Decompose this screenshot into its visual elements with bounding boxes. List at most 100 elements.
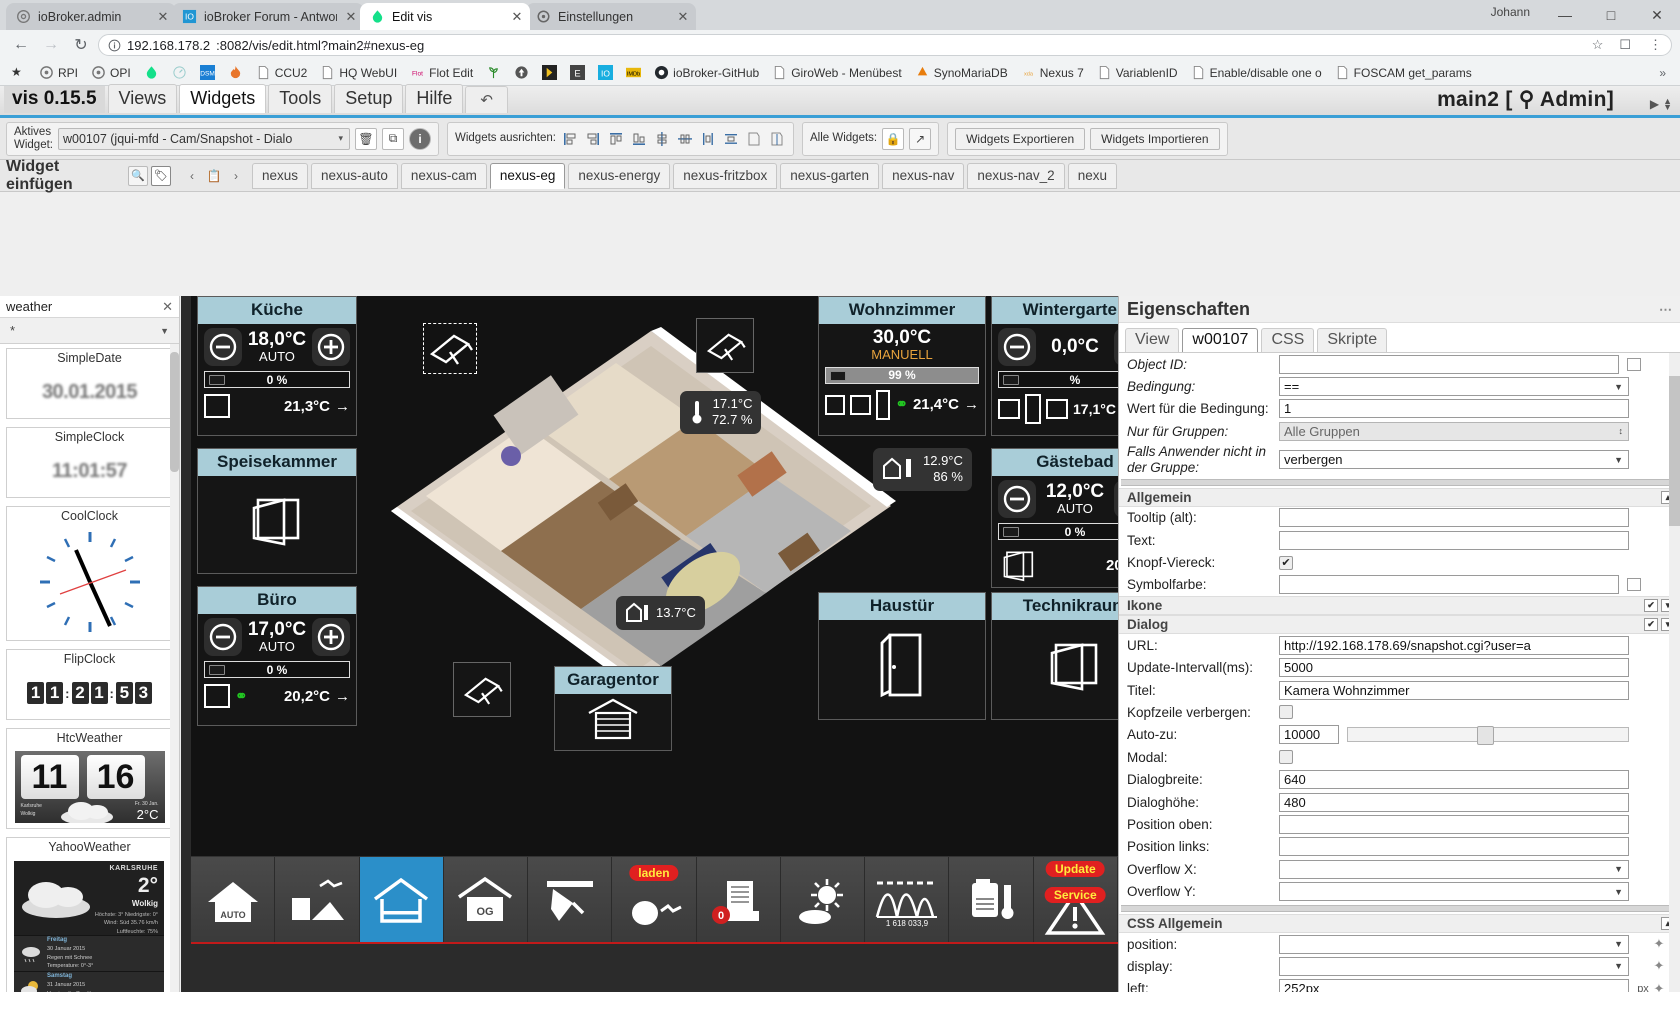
temp-minus-button[interactable] bbox=[204, 328, 242, 366]
prop-select-overflow-x[interactable]: ▼ bbox=[1279, 859, 1629, 879]
bookmark-giroweb[interactable]: GiroWeb - Menübest bbox=[767, 63, 907, 82]
expand-icon[interactable]: ↗ bbox=[909, 127, 932, 150]
info-icon[interactable]: i bbox=[409, 127, 431, 150]
room-card-wintergarten[interactable]: Wintergarten 0,0°C % 17,1°C bbox=[991, 296, 1118, 436]
section-divider-grip[interactable] bbox=[1121, 478, 1679, 486]
view-tab-nexus-energy[interactable]: nexus-energy bbox=[568, 162, 671, 189]
window-icon[interactable] bbox=[998, 399, 1020, 419]
widget-card-htcweather[interactable]: HtcWeather 11 16 Karlsruhe Wolkig Fr. 30… bbox=[6, 728, 173, 829]
slider-handle[interactable] bbox=[1476, 726, 1494, 746]
sensor-tooltip-wintergarten[interactable]: 17.1°C 72.7 % bbox=[680, 391, 762, 434]
bookmark-rpi[interactable]: RPI bbox=[34, 63, 83, 82]
section-allgemein[interactable]: Allgemein ▴ bbox=[1119, 487, 1680, 507]
bookmark-star-icon[interactable]: ☆ bbox=[1592, 37, 1604, 53]
sensor-tooltip-garage[interactable]: 12.9°C 86 % bbox=[873, 448, 972, 491]
prop-select-css-position[interactable]: ▼ bbox=[1279, 934, 1629, 954]
bookmarks-overflow-icon[interactable]: » bbox=[1651, 66, 1674, 80]
widget-card-simpledate[interactable]: SimpleDate 30.01.2015 bbox=[6, 348, 173, 419]
door-icon[interactable] bbox=[878, 629, 926, 701]
menu-widgets[interactable]: Widgets bbox=[179, 84, 267, 113]
widget-card-simpleclock[interactable]: SimpleClock 11:01:57 bbox=[6, 427, 173, 498]
close-icon[interactable]: ✕ bbox=[344, 9, 358, 25]
copy-icon[interactable]: ⧉ bbox=[382, 127, 404, 150]
menu-views[interactable]: Views bbox=[107, 84, 178, 113]
room-card-kueche[interactable]: Küche 18,0°C AUTO 0 % 21,3°C → bbox=[197, 296, 357, 436]
prop-input-titel[interactable]: Kamera Wohnzimmer bbox=[1279, 680, 1629, 700]
center-horizontal-icon[interactable] bbox=[722, 129, 740, 149]
align-top-icon[interactable] bbox=[607, 129, 625, 149]
temp-plus-button[interactable] bbox=[312, 328, 350, 366]
view-next-icon[interactable]: › bbox=[226, 165, 246, 187]
room-card-garagentor[interactable]: Garagentor bbox=[554, 666, 672, 751]
bookmark-circle-arrow[interactable] bbox=[509, 63, 534, 82]
bookmark-flot-edit[interactable]: Flot Flot Edit bbox=[405, 63, 478, 82]
trash-icon[interactable]: 🗑 bbox=[355, 127, 377, 150]
room-card-buero[interactable]: Büro 17,0°C AUTO 0 % ⚭ 20,2°C → bbox=[197, 586, 357, 726]
menu-hilfe[interactable]: Hilfe bbox=[405, 84, 464, 113]
prop-input-object-id[interactable] bbox=[1279, 354, 1619, 374]
tab-css[interactable]: CSS bbox=[1261, 328, 1315, 352]
play-next-icon[interactable]: ▶ bbox=[1650, 97, 1659, 111]
check-icon[interactable]: ✔ bbox=[1644, 599, 1658, 613]
center-vertical-icon[interactable] bbox=[699, 129, 717, 149]
window-icon[interactable] bbox=[825, 394, 846, 415]
cast-icon[interactable]: ☐ bbox=[1619, 37, 1631, 53]
menu-kebab-icon[interactable]: ⋮ bbox=[1649, 37, 1662, 53]
prop-input-position-oben[interactable] bbox=[1279, 814, 1629, 834]
bookmark-enable-disable[interactable]: Enable/disable one o bbox=[1186, 63, 1327, 82]
nav-item-weather[interactable] bbox=[780, 857, 866, 944]
nav-item-house-og[interactable]: OG bbox=[443, 857, 529, 944]
widgets-export-button[interactable]: Widgets Exportieren bbox=[955, 127, 1086, 150]
temp-plus-button[interactable] bbox=[312, 618, 350, 656]
room-card-gaestebad[interactable]: Gästebad 12,0°C AUTO 0 % 2 bbox=[991, 448, 1118, 588]
view-tab-nexus-cam[interactable]: nexus-cam bbox=[400, 162, 487, 189]
bookmark-synomariadb[interactable]: SynoMariaDB bbox=[910, 63, 1013, 82]
align-bottom-icon[interactable] bbox=[630, 129, 648, 149]
bookmark-nexus7[interactable]: xda Nexus 7 bbox=[1016, 63, 1089, 82]
nav-item-house-eg[interactable] bbox=[359, 857, 444, 944]
nav-item-heating[interactable] bbox=[949, 857, 1034, 944]
prop-input-auto-zu[interactable]: 10000 bbox=[1279, 725, 1339, 745]
nav-item-garden[interactable] bbox=[275, 857, 360, 944]
close-icon[interactable]: ✕ bbox=[510, 9, 524, 25]
properties-scrollbar-thumb[interactable] bbox=[1669, 376, 1680, 526]
view-tab-nexus-nav-2[interactable]: nexus-nav_2 bbox=[967, 162, 1065, 189]
panel-resize-handle[interactable]: ⋯ bbox=[1659, 302, 1673, 318]
bookmark-hq-webui[interactable]: HQ WebUI bbox=[315, 63, 402, 82]
active-widget-select[interactable]: w00107 (jqui-mfd - Cam/Snapshot - Dialo … bbox=[58, 127, 350, 150]
view-playback-controls[interactable]: ▶ ▲ ▼ bbox=[1650, 96, 1672, 111]
temp-minus-button[interactable] bbox=[998, 328, 1036, 366]
color-swatch-icon[interactable] bbox=[1627, 357, 1641, 371]
prop-input-css-left[interactable]: 252px bbox=[1279, 979, 1629, 992]
widget-card-yahooweather[interactable]: YahooWeather KARLSRUHE 2° Wolkig Höchste… bbox=[6, 837, 173, 992]
collapse-icons[interactable]: ▲ ▼ bbox=[1663, 96, 1672, 111]
star-icon[interactable]: ✦ bbox=[1651, 958, 1667, 974]
nav-item-camera[interactable] bbox=[528, 857, 613, 944]
star-icon[interactable]: ✦ bbox=[1651, 936, 1667, 952]
distribute-horizontal-icon[interactable] bbox=[676, 129, 694, 149]
bookmark-yellow-arrow[interactable] bbox=[537, 63, 562, 82]
bookmark-speedometer[interactable] bbox=[167, 63, 192, 82]
nav-item-house-auto[interactable]: AUTO bbox=[191, 857, 276, 944]
widget-card-flipclock[interactable]: FlipClock 1 1 : 2 1 : 5 3 bbox=[6, 649, 173, 720]
bookmark-flame[interactable] bbox=[223, 63, 248, 82]
tag-icon[interactable]: 🏷 bbox=[151, 165, 171, 186]
view-tab-nexus-garten[interactable]: nexus-garten bbox=[780, 162, 880, 189]
menu-tools[interactable]: Tools bbox=[268, 84, 333, 113]
window-icon[interactable] bbox=[204, 684, 230, 708]
prop-select-bedingung[interactable]: == ▼ bbox=[1279, 377, 1629, 397]
temp-minus-button[interactable] bbox=[204, 618, 242, 656]
prop-input-dialogbreite[interactable]: 640 bbox=[1279, 770, 1629, 790]
checkbox-kopfzeile-verbergen[interactable] bbox=[1279, 705, 1293, 720]
bookmark-ccu2[interactable]: CCU2 bbox=[251, 63, 313, 82]
reload-icon[interactable]: ↻ bbox=[68, 32, 94, 58]
browser-tab-3[interactable]: Einstellungen ✕ bbox=[526, 3, 696, 30]
check-icon[interactable]: ✔ bbox=[1644, 618, 1658, 632]
nav-item-energy[interactable]: 1 618 033,9 bbox=[865, 857, 950, 944]
bookmark-opi[interactable]: OPI bbox=[86, 63, 136, 82]
nav-item-watering[interactable]: laden bbox=[612, 857, 697, 944]
checkbox-modal[interactable] bbox=[1279, 750, 1293, 765]
distribute-vertical-icon[interactable] bbox=[653, 129, 671, 149]
prop-select-anwender[interactable]: verbergen ▼ bbox=[1279, 450, 1629, 470]
color-swatch-icon[interactable] bbox=[1627, 578, 1641, 592]
